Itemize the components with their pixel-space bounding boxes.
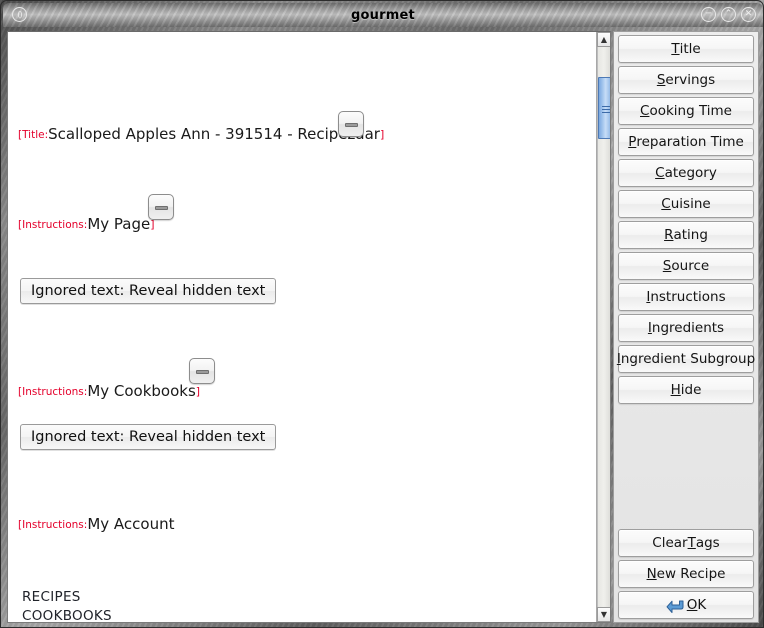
preparation-time-button-mnemonic: P bbox=[628, 134, 637, 150]
scrollbar-track[interactable] bbox=[597, 47, 610, 607]
clear-tags-button-mnemonic: T bbox=[687, 535, 696, 551]
reveal-hidden-text-button-1[interactable]: Ignored text: Reveal hidden text bbox=[20, 278, 277, 304]
title-button-mnemonic: T bbox=[671, 41, 680, 57]
tagged-line-text: My Cookbooks bbox=[87, 382, 196, 400]
desktop-background: () gourmet ─ ⌃ ✕ [Title:Scalloped Apples… bbox=[0, 0, 764, 628]
ingredient-subgroup-button[interactable]: Ingredient Subgroup bbox=[617, 345, 756, 373]
ok-button[interactable]: OK bbox=[618, 591, 754, 619]
new-recipe-button-rest: ew Recipe bbox=[656, 566, 726, 582]
reveal-hidden-text-label: Ignored text: Reveal hidden text bbox=[31, 429, 266, 445]
ok-button-rest: K bbox=[697, 597, 707, 613]
tag-open-label: [Title: bbox=[18, 129, 49, 141]
close-icon[interactable]: ✕ bbox=[741, 7, 756, 22]
instructions-button[interactable]: Instructions bbox=[618, 283, 754, 311]
nav-list-item-recipes: RECIPES bbox=[22, 589, 81, 605]
cuisine-button-rest: uisine bbox=[670, 196, 711, 212]
document-canvas[interactable]: [Title:Scalloped Apples Ann - 391514 - R… bbox=[8, 32, 596, 622]
tag-open-label: [Instructions: bbox=[18, 386, 88, 398]
category-button-mnemonic: C bbox=[655, 165, 665, 181]
document-vertical-scrollbar[interactable]: ▲ ▼ bbox=[596, 32, 610, 622]
tag-open-label: [Instructions: bbox=[18, 219, 88, 231]
ok-button-mnemonic: O bbox=[686, 597, 698, 613]
tagged-line-text: Scalloped Apples Ann - 391514 - Recipeza… bbox=[48, 125, 380, 143]
source-button-mnemonic: S bbox=[662, 258, 672, 274]
reveal-hidden-text-label: Ignored text: Reveal hidden text bbox=[31, 283, 266, 299]
category-button-rest: ategory bbox=[664, 165, 717, 181]
servings-button-rest: ervings bbox=[665, 72, 716, 88]
scrollbar-grip-line bbox=[602, 106, 610, 107]
tag-close-label: ] bbox=[379, 128, 385, 141]
window-title: gourmet bbox=[351, 7, 415, 23]
tagged-line-text: My Account bbox=[87, 515, 175, 533]
scrollbar-grip-line bbox=[602, 109, 610, 110]
scroll-down-arrow-icon[interactable]: ▼ bbox=[597, 607, 610, 622]
preparation-time-button-rest: reparation Time bbox=[636, 134, 744, 150]
new-recipe-button[interactable]: New Recipe bbox=[618, 560, 754, 588]
clear-tags-button-prefix: Clear bbox=[652, 535, 688, 551]
maximize-glyph: ⌃ bbox=[724, 9, 733, 19]
rating-button[interactable]: Rating bbox=[618, 221, 754, 249]
tag-close-label: ] bbox=[195, 385, 201, 398]
new-recipe-button-mnemonic: N bbox=[646, 566, 657, 582]
enter-key-icon bbox=[666, 600, 685, 614]
nav-list-item-cookbooks: COOKBOOKS bbox=[22, 608, 112, 622]
scroll-down-glyph: ▼ bbox=[600, 610, 608, 619]
window-titlebar[interactable]: () gourmet ─ ⌃ ✕ bbox=[3, 3, 763, 27]
hide-button-mnemonic: H bbox=[670, 382, 681, 398]
reveal-hidden-text-button-2[interactable]: Ignored text: Reveal hidden text bbox=[20, 424, 277, 450]
minimize-icon[interactable]: ─ bbox=[701, 7, 716, 22]
clear-tags-button[interactable]: Clear Tags bbox=[618, 529, 754, 557]
application-window: () gourmet ─ ⌃ ✕ [Title:Scalloped Apples… bbox=[0, 0, 764, 628]
cooking-time-button-rest: ooking Time bbox=[649, 103, 732, 119]
cuisine-button[interactable]: Cuisine bbox=[618, 190, 754, 218]
tag-open-label: [Instructions: bbox=[18, 519, 88, 531]
tagged-line-my-account[interactable]: [Instructions:My Account bbox=[18, 517, 174, 532]
ingredient-subgroup-button-rest: ngredient Subgroup bbox=[620, 351, 756, 367]
cooking-time-button-mnemonic: C bbox=[640, 103, 650, 119]
source-button-rest: ource bbox=[671, 258, 710, 274]
collapse-tag-button-my-cookbooks[interactable] bbox=[189, 358, 215, 384]
ingredients-button-rest: ngredients bbox=[651, 320, 725, 336]
clear-tags-button-rest: ags bbox=[695, 535, 720, 551]
hide-button[interactable]: Hide bbox=[618, 376, 754, 404]
collapse-tag-button-my-page[interactable] bbox=[148, 194, 174, 220]
close-glyph: ✕ bbox=[744, 9, 753, 19]
minimize-glyph: ─ bbox=[705, 9, 712, 19]
title-button[interactable]: Title bbox=[618, 35, 754, 63]
ingredients-button[interactable]: Ingredients bbox=[618, 314, 754, 342]
document-content: [Title:Scalloped Apples Ann - 391514 - R… bbox=[8, 32, 596, 622]
source-button[interactable]: Source bbox=[618, 252, 754, 280]
title-button-rest: itle bbox=[679, 41, 701, 57]
collapse-tag-button-title[interactable] bbox=[338, 111, 364, 137]
scroll-up-glyph: ▲ bbox=[600, 35, 608, 44]
tagged-line-text: My Page bbox=[87, 215, 151, 233]
tag-buttons-panel: Title Servings Cooking Time Preparation … bbox=[613, 31, 759, 623]
document-frame: [Title:Scalloped Apples Ann - 391514 - R… bbox=[7, 31, 611, 623]
scrollbar-thumb[interactable] bbox=[598, 77, 610, 139]
hide-button-rest: ide bbox=[680, 382, 702, 398]
scroll-up-arrow-icon[interactable]: ▲ bbox=[597, 32, 610, 47]
cuisine-button-mnemonic: C bbox=[661, 196, 671, 212]
tagged-line-title[interactable]: [Title:Scalloped Apples Ann - 391514 - R… bbox=[18, 127, 384, 142]
preparation-time-button[interactable]: Preparation Time bbox=[618, 128, 754, 156]
rating-button-rest: ating bbox=[673, 227, 708, 243]
maximize-icon[interactable]: ⌃ bbox=[721, 7, 736, 22]
servings-button-mnemonic: S bbox=[656, 72, 666, 88]
tagged-line-my-cookbooks[interactable]: [Instructions:My Cookbooks] bbox=[18, 384, 200, 399]
instructions-button-rest: nstructions bbox=[650, 289, 726, 305]
rating-button-mnemonic: R bbox=[664, 227, 674, 243]
cooking-time-button[interactable]: Cooking Time bbox=[618, 97, 754, 125]
scrollbar-grip-line bbox=[602, 112, 610, 113]
tagged-line-my-page[interactable]: [Instructions:My Page] bbox=[18, 217, 155, 232]
document-nav-list: RECIPES COOKBOOKS MENUS COMMUNITY bbox=[22, 588, 112, 622]
category-button[interactable]: Category bbox=[618, 159, 754, 187]
servings-button[interactable]: Servings bbox=[618, 66, 754, 94]
